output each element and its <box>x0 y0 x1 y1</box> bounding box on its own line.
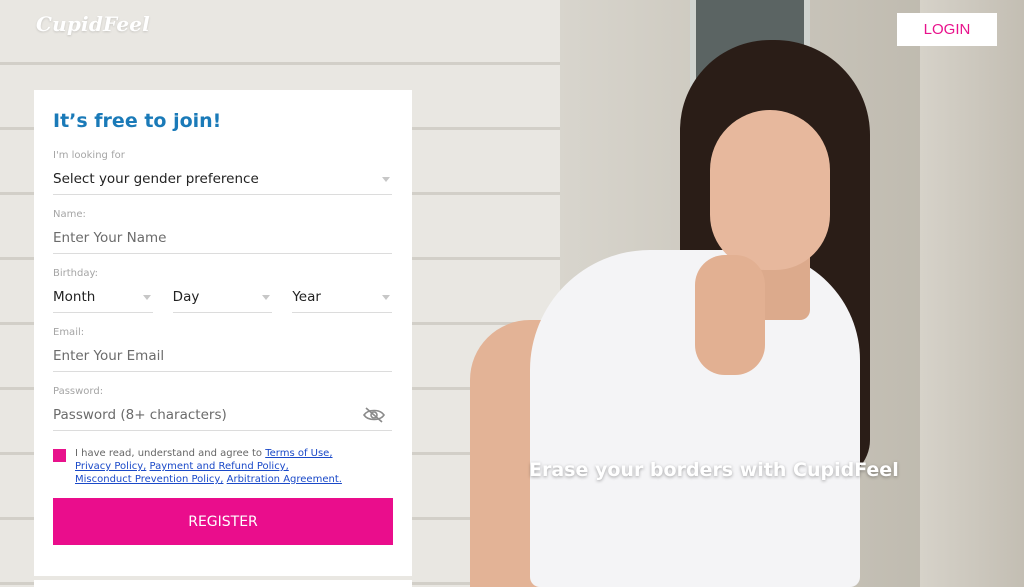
person-face <box>710 110 830 270</box>
form-title: It’s free to join! <box>53 110 222 132</box>
password-label: Password: <box>53 386 104 397</box>
birthday-selects: Month Day Year <box>53 285 393 313</box>
email-label: Email: <box>53 327 85 338</box>
terms-text: I have read, understand and agree to Ter… <box>75 447 342 486</box>
chevron-down-icon <box>142 294 151 300</box>
login-button[interactable]: LOGIN <box>897 13 997 46</box>
email-placeholder: Enter Your Email <box>53 348 165 364</box>
birthday-label: Birthday: <box>53 268 99 279</box>
looking-for-field: I'm looking for Select your gender prefe… <box>53 150 392 195</box>
password-field: Password: Password (8+ characters) <box>53 386 392 431</box>
arbitration-agreement-link[interactable]: Arbitration Agreement. <box>227 474 342 485</box>
hero-person <box>470 40 910 587</box>
looking-for-label: I'm looking for <box>53 150 125 161</box>
registration-form: It’s free to join! I'm looking for Selec… <box>34 90 412 576</box>
privacy-policy-link[interactable]: Privacy Policy, <box>75 461 146 472</box>
birth-month-select[interactable]: Month <box>53 285 153 313</box>
email-input[interactable]: Enter Your Email <box>53 344 392 372</box>
misconduct-policy-link[interactable]: Misconduct Prevention Policy, <box>75 474 223 485</box>
site-logo[interactable]: CupidFeel <box>36 12 150 36</box>
birthday-field: Birthday: Month Day Year <box>53 268 393 313</box>
password-input[interactable]: Password (8+ characters) <box>53 403 392 431</box>
secondary-card-edge <box>34 580 412 587</box>
payment-refund-policy-link[interactable]: Payment and Refund Policy, <box>150 461 289 472</box>
birth-day-value: Day <box>172 289 200 305</box>
register-button[interactable]: REGISTER <box>53 498 393 545</box>
birth-year-select[interactable]: Year <box>292 285 393 313</box>
name-placeholder: Enter Your Name <box>53 230 167 246</box>
terms-checkbox[interactable] <box>53 449 66 462</box>
eye-slash-icon[interactable] <box>362 406 386 424</box>
birth-month-value: Month <box>53 289 96 305</box>
name-field: Name: Enter Your Name <box>53 209 392 254</box>
terms-prefix: I have read, understand and agree to <box>75 448 266 459</box>
terms-agreement: I have read, understand and agree to Ter… <box>53 447 392 486</box>
chevron-down-icon <box>382 176 390 182</box>
hero-tagline: Erase your borders with CupidFeel <box>529 459 899 481</box>
terms-of-use-link[interactable]: Terms of Use, <box>265 448 332 459</box>
gender-preference-select[interactable]: Select your gender preference <box>53 167 392 195</box>
person-hand <box>695 255 765 375</box>
background-pillar <box>920 0 1024 587</box>
email-field: Email: Enter Your Email <box>53 327 392 372</box>
birth-day-select[interactable]: Day <box>172 285 273 313</box>
birth-year-value: Year <box>292 289 321 305</box>
chevron-down-icon <box>382 294 391 300</box>
name-input[interactable]: Enter Your Name <box>53 226 392 254</box>
chevron-down-icon <box>262 294 271 300</box>
name-label: Name: <box>53 209 86 220</box>
gender-preference-value: Select your gender preference <box>53 171 259 187</box>
password-placeholder: Password (8+ characters) <box>53 407 227 423</box>
